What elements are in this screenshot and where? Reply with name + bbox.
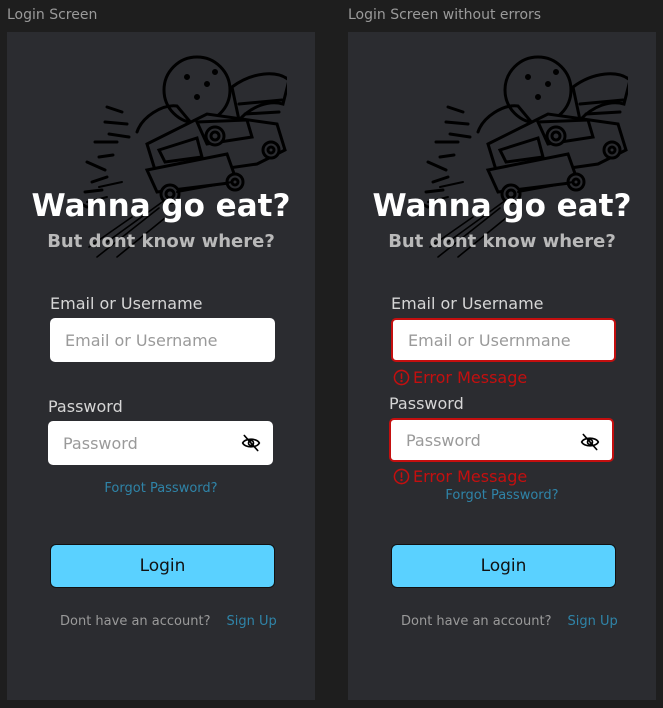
password-field[interactable] [404, 429, 578, 451]
frame-label-login: Login Screen [7, 7, 98, 23]
signup-link[interactable]: Sign Up [227, 614, 277, 629]
password-field-container [389, 418, 614, 462]
signup-row: Dont have an account? Sign Up [401, 614, 618, 629]
page-subtitle: But dont know where? [47, 231, 275, 252]
email-error: Error Message [393, 368, 527, 387]
no-account-text: Dont have an account? [60, 614, 211, 629]
email-label: Email or Username [391, 294, 544, 313]
no-account-text: Dont have an account? [401, 614, 552, 629]
login-button[interactable]: Login [391, 544, 616, 588]
email-field[interactable] [63, 329, 237, 351]
eye-slash-icon[interactable] [241, 433, 261, 453]
forgot-password-link[interactable]: Forgot Password? [7, 481, 315, 496]
email-label: Email or Username [50, 294, 203, 313]
eye-slash-icon[interactable] [580, 432, 600, 452]
alert-circle-icon [393, 468, 410, 485]
page-subtitle: But dont know where? [388, 231, 616, 252]
page-title: Wanna go eat? [372, 188, 632, 224]
signup-row: Dont have an account? Sign Up [60, 614, 277, 629]
alert-circle-icon [393, 369, 410, 386]
password-field-container [48, 421, 273, 465]
email-field[interactable] [406, 329, 580, 351]
forgot-password-link[interactable]: Forgot Password? [348, 488, 656, 503]
password-label: Password [48, 397, 123, 416]
email-error-text: Error Message [413, 368, 528, 387]
page-title: Wanna go eat? [31, 188, 291, 224]
email-field-container [50, 318, 275, 362]
signup-link[interactable]: Sign Up [568, 614, 618, 629]
login-screen-frame: Wanna go eat? But dont know where? Email… [7, 32, 315, 700]
email-field-container [391, 318, 616, 362]
frame-label-errors: Login Screen without errors [348, 7, 542, 23]
password-field[interactable] [61, 432, 235, 454]
password-error-text: Error Message [413, 467, 528, 486]
login-button[interactable]: Login [50, 544, 275, 588]
password-error: Error Message [393, 467, 527, 486]
password-label: Password [389, 394, 464, 413]
login-error-screen-frame: Wanna go eat? But dont know where? Email… [348, 32, 656, 700]
